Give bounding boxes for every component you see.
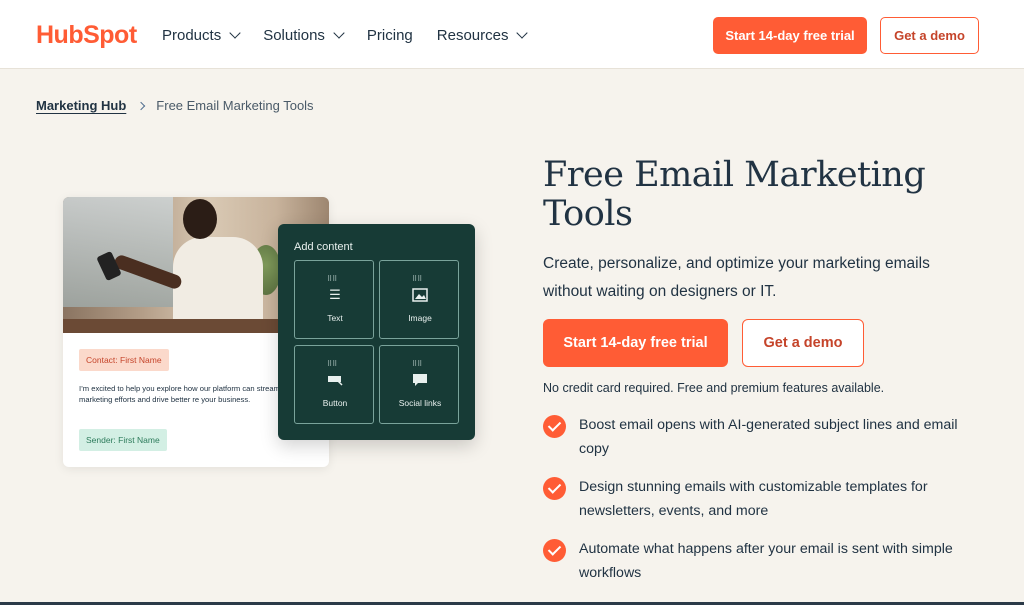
disclaimer-text: No credit card required. Free and premiu… — [543, 381, 885, 395]
tile-label: Button — [322, 398, 348, 408]
page-title: Free Email Marketing Tools — [543, 155, 926, 234]
site-header: HubSpot Products Solutions Pricing Resou… — [0, 0, 1024, 69]
list-item: Boost email opens with AI-generated subj… — [543, 413, 983, 461]
contact-token-tag: Contact: First Name — [79, 349, 169, 371]
nav-resources[interactable]: Resources — [436, 24, 529, 46]
hero-trial-button[interactable]: Start 14-day free trial — [543, 319, 728, 367]
hero-subtitle: Create, personalize, and optimize your m… — [543, 255, 930, 300]
nav-pricing-label: Pricing — [366, 26, 413, 44]
nav-resources-label: Resources — [436, 26, 509, 44]
hero-demo-button[interactable]: Get a demo — [742, 319, 864, 367]
hubspot-logo[interactable]: HubSpot — [36, 19, 137, 51]
tile-label: Text — [327, 313, 343, 323]
nav-products-label: Products — [162, 26, 222, 44]
feature-text: Boost email opens with AI-generated subj… — [579, 417, 958, 457]
chevron-down-icon — [229, 26, 241, 39]
main-nav: Products Solutions Pricing Resources — [162, 24, 550, 46]
chevron-right-icon — [137, 101, 146, 110]
photo-window — [63, 197, 173, 307]
feature-list: Boost email opens with AI-generated subj… — [543, 413, 983, 599]
social-links-icon — [411, 373, 429, 387]
drag-handle-icon: ⠿⠿ — [412, 276, 423, 283]
drag-handle-icon: ⠿⠿ — [327, 361, 338, 368]
panel-title: Add content — [294, 241, 353, 253]
list-item: Automate what happens after your email i… — [543, 537, 983, 585]
email-body-text: I’m excited to help you explore how our … — [79, 384, 309, 404]
content-tile-text[interactable]: ⠿⠿ ☰ Text — [294, 260, 374, 339]
nav-products[interactable]: Products — [162, 24, 241, 46]
tile-label: Image — [408, 313, 432, 323]
add-content-panel: Add content ⠿⠿ ☰ Text ⠿⠿ Image ⠿⠿ Button… — [278, 224, 475, 440]
content-tile-image[interactable]: ⠿⠿ Image — [379, 260, 459, 339]
breadcrumb-marketing-hub[interactable]: Marketing Hub — [36, 98, 126, 113]
nav-solutions[interactable]: Solutions — [263, 24, 345, 46]
chevron-down-icon — [333, 26, 345, 39]
checkmark-icon — [543, 539, 566, 562]
checkmark-icon — [543, 415, 566, 438]
drag-handle-icon: ⠿⠿ — [412, 361, 423, 368]
drag-handle-icon: ⠿⠿ — [327, 276, 338, 283]
checkmark-icon — [543, 477, 566, 500]
list-item: Design stunning emails with customizable… — [543, 475, 983, 523]
breadcrumb-current: Free Email Marketing Tools — [156, 98, 314, 113]
tile-label: Social links — [398, 398, 442, 408]
content-tile-button[interactable]: ⠿⠿ Button — [294, 345, 374, 424]
feature-text: Automate what happens after your email i… — [579, 541, 953, 581]
image-icon — [411, 288, 429, 302]
button-icon — [326, 373, 344, 387]
header-trial-button[interactable]: Start 14-day free trial — [713, 17, 867, 54]
chevron-down-icon — [516, 26, 529, 39]
sender-token-tag: Sender: First Name — [79, 429, 167, 451]
nav-solutions-label: Solutions — [263, 26, 325, 44]
feature-text: Design stunning emails with customizable… — [579, 479, 928, 519]
header-demo-button[interactable]: Get a demo — [880, 17, 979, 54]
nav-pricing[interactable]: Pricing — [367, 24, 413, 46]
breadcrumb: Marketing Hub Free Email Marketing Tools — [36, 98, 314, 113]
photo-person-head — [183, 199, 217, 239]
content-tile-social-links[interactable]: ⠿⠿ Social links — [379, 345, 459, 424]
text-icon: ☰ — [329, 287, 341, 302]
